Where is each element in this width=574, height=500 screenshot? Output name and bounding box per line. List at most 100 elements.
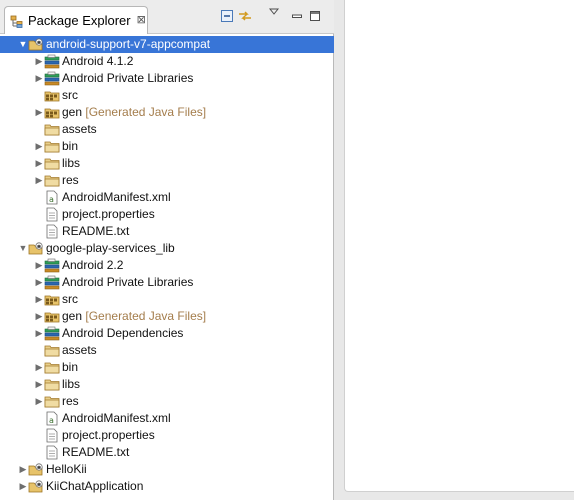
tree-item[interactable]: ▶ res — [0, 393, 334, 410]
tree-item[interactable]: ▶ Android 2.2 — [0, 257, 334, 274]
tree-item-label: HelloKii — [46, 461, 87, 478]
tree-item-label: gen [Generated Java Files] — [62, 308, 206, 325]
manifest-file-icon: a — [44, 411, 60, 426]
source-folder-icon — [44, 292, 60, 307]
expand-arrow-icon[interactable]: ▶ — [34, 291, 44, 308]
tree-item-name: libs — [62, 156, 81, 170]
expand-arrow-icon[interactable]: ▶ — [34, 274, 44, 291]
expand-arrow-icon[interactable]: ▶ — [34, 308, 44, 325]
expand-arrow-icon[interactable]: ▶ — [34, 104, 44, 121]
tree-item-name: assets — [62, 343, 97, 357]
tree-item-name: android-support-v7-appcompat — [46, 37, 211, 51]
package-explorer-icon — [10, 14, 24, 28]
view-title: Package Explorer — [28, 13, 131, 28]
collapse-arrow-icon[interactable]: ▼ — [18, 240, 28, 257]
svg-text:a: a — [49, 195, 54, 204]
view-menu-icon[interactable] — [266, 4, 282, 20]
android-project-icon — [28, 37, 44, 52]
expand-arrow-icon[interactable]: ▶ — [34, 172, 44, 189]
tree-item[interactable]: ▶ Android Private Libraries — [0, 274, 334, 291]
tree-item-name: AndroidManifest.xml — [62, 190, 171, 204]
tree-item-name: Android 4.1.2 — [62, 54, 134, 68]
tree-item[interactable]: ▼ android-support-v7-appcompat — [0, 36, 334, 53]
expand-arrow-icon[interactable]: ▶ — [34, 70, 44, 87]
collapse-arrow-icon[interactable]: ▼ — [18, 36, 28, 53]
tree-item-name: libs — [62, 377, 81, 391]
minimize-icon[interactable] — [289, 8, 305, 24]
tree-item-label: android-support-v7-appcompat — [46, 36, 210, 53]
tree-item[interactable]: README.txt — [0, 444, 334, 461]
tree-item-label: libs — [62, 155, 80, 172]
tree-item-name: HelloKii — [46, 462, 87, 476]
tree-item[interactable]: ▶ libs — [0, 155, 334, 172]
tree-item[interactable]: README.txt — [0, 223, 334, 240]
tree-item[interactable]: src — [0, 87, 334, 104]
expand-arrow-icon[interactable]: ▶ — [34, 155, 44, 172]
tree-item-label: KiiChatApplication — [46, 478, 143, 495]
expand-arrow-icon[interactable]: ▶ — [34, 257, 44, 274]
tree-item[interactable]: ▶ bin — [0, 138, 334, 155]
tree-item-name: assets — [62, 122, 97, 136]
close-icon[interactable]: ⊠ — [137, 15, 146, 26]
maximize-icon[interactable] — [307, 8, 323, 24]
tree-item[interactable]: a AndroidManifest.xml — [0, 410, 334, 427]
text-file-icon — [44, 207, 60, 222]
library-container-icon — [44, 258, 60, 273]
tree-item[interactable]: ▶ bin — [0, 359, 334, 376]
tree-item[interactable]: ▶ Android Dependencies — [0, 325, 334, 342]
tree-item[interactable]: project.properties — [0, 427, 334, 444]
tree-item-label: bin — [62, 359, 78, 376]
collapse-all-icon[interactable] — [219, 8, 235, 24]
tree-item-label: src — [62, 291, 78, 308]
expand-arrow-icon[interactable]: ▶ — [18, 461, 28, 478]
tree-item-label: gen [Generated Java Files] — [62, 104, 206, 121]
tree-item[interactable]: assets — [0, 121, 334, 138]
expand-arrow-icon[interactable]: ▶ — [34, 138, 44, 155]
tree-item[interactable]: ▶ Android Private Libraries — [0, 70, 334, 87]
expand-arrow-icon[interactable]: ▶ — [34, 325, 44, 342]
tree-item-label: Android Dependencies — [62, 325, 183, 342]
library-container-icon — [44, 71, 60, 86]
tree-item[interactable]: ▶ Android 4.1.2 — [0, 53, 334, 70]
tree-item-label: README.txt — [62, 223, 129, 240]
source-folder-icon — [44, 105, 60, 120]
tree-item[interactable]: ▶ KiiChatApplication — [0, 478, 334, 495]
folder-icon — [44, 394, 60, 409]
tree-item[interactable]: ▶ gen [Generated Java Files] — [0, 308, 334, 325]
tree-item-label: AndroidManifest.xml — [62, 189, 171, 206]
tree-item-label: bin — [62, 138, 78, 155]
expand-arrow-icon[interactable]: ▶ — [34, 393, 44, 410]
expand-arrow-icon[interactable]: ▶ — [18, 478, 28, 495]
tree-item-name: README.txt — [62, 224, 130, 238]
tree-item-label: Android Private Libraries — [62, 274, 193, 291]
library-container-icon — [44, 54, 60, 69]
tree-item-label: Android Private Libraries — [62, 70, 193, 87]
folder-icon — [44, 173, 60, 188]
tree-item-name: gen — [62, 309, 83, 323]
tree-item-label: libs — [62, 376, 80, 393]
expand-arrow-icon[interactable]: ▶ — [34, 376, 44, 393]
tab-package-explorer[interactable]: Package Explorer ⊠ — [4, 6, 148, 34]
tree-item[interactable]: ▶ src — [0, 291, 334, 308]
tree-item-label: Android 4.1.2 — [62, 53, 133, 70]
tree-item[interactable]: assets — [0, 342, 334, 359]
tree-item[interactable]: ▼ google-play-services_lib — [0, 240, 334, 257]
tree-item[interactable]: ▶ libs — [0, 376, 334, 393]
tree-item-label: README.txt — [62, 444, 129, 461]
tree-item[interactable]: project.properties — [0, 206, 334, 223]
link-with-editor-icon[interactable] — [237, 8, 253, 24]
tree-item[interactable]: a AndroidManifest.xml — [0, 189, 334, 206]
tree-item[interactable]: ▶ res — [0, 172, 334, 189]
tree-item-label: res — [62, 393, 79, 410]
tree-item-label: project.properties — [62, 427, 155, 444]
expand-arrow-icon[interactable]: ▶ — [34, 359, 44, 376]
tree-item[interactable]: ▶ HelloKii — [0, 461, 334, 478]
tree-item[interactable]: ▶ gen [Generated Java Files] — [0, 104, 334, 121]
tree-item-label: assets — [62, 342, 97, 359]
tree-item-label: assets — [62, 121, 97, 138]
expand-arrow-icon[interactable]: ▶ — [34, 53, 44, 70]
tree-item-name: KiiChatApplication — [46, 479, 144, 493]
folder-icon — [44, 156, 60, 171]
tree-item-label: src — [62, 87, 78, 104]
tree-item-name: bin — [62, 139, 79, 153]
